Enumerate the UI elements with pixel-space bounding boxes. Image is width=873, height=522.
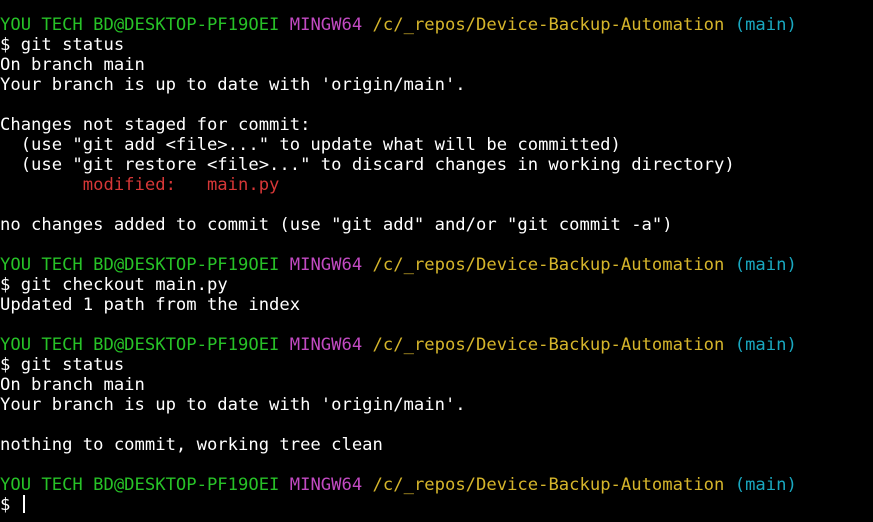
output-line: On branch main bbox=[0, 375, 145, 395]
modified-file-line: modified: main.py bbox=[0, 175, 280, 195]
prompt-branch: (main) bbox=[734, 335, 797, 355]
prompt-system: MINGW64 bbox=[289, 335, 363, 355]
output-line: Your branch is up to date with 'origin/m… bbox=[0, 395, 466, 415]
prompt-path: /c/_repos/Device-Backup-Automation bbox=[372, 15, 725, 35]
prompt-line: YOU TECH BD@DESKTOP-PF19OEI MINGW64 /c/_… bbox=[0, 15, 873, 35]
prompt-system: MINGW64 bbox=[289, 15, 363, 35]
command-text: git status bbox=[20, 35, 125, 55]
prompt-path: /c/_repos/Device-Backup-Automation bbox=[372, 335, 725, 355]
prompt-branch: (main) bbox=[734, 475, 797, 495]
input-line[interactable]: $ bbox=[0, 495, 873, 515]
output-line: Changes not staged for commit: bbox=[0, 115, 311, 135]
prompt-symbol: $ bbox=[0, 355, 11, 375]
prompt-system: MINGW64 bbox=[289, 255, 363, 275]
prompt-path: /c/_repos/Device-Backup-Automation bbox=[372, 475, 725, 495]
command-line: $ git status bbox=[0, 35, 873, 55]
prompt-line: YOU TECH BD@DESKTOP-PF19OEI MINGW64 /c/_… bbox=[0, 335, 873, 355]
prompt-system: MINGW64 bbox=[289, 475, 363, 495]
prompt-path: /c/_repos/Device-Backup-Automation bbox=[372, 255, 725, 275]
text-cursor bbox=[22, 495, 25, 513]
output-line: (use "git restore <file>..." to discard … bbox=[0, 155, 735, 175]
command-text: git status bbox=[20, 355, 125, 375]
prompt-user-host: YOU TECH BD@DESKTOP-PF19OEI bbox=[0, 335, 280, 355]
output-line: Updated 1 path from the index bbox=[0, 295, 301, 315]
output-line: Your branch is up to date with 'origin/m… bbox=[0, 75, 466, 95]
output-line: (use "git add <file>..." to update what … bbox=[0, 135, 621, 155]
command-text: git checkout main.py bbox=[20, 275, 228, 295]
command-line: $ git checkout main.py bbox=[0, 275, 873, 295]
prompt-symbol: $ bbox=[0, 495, 11, 515]
prompt-user-host: YOU TECH BD@DESKTOP-PF19OEI bbox=[0, 255, 280, 275]
prompt-symbol: $ bbox=[0, 275, 11, 295]
prompt-user-host: YOU TECH BD@DESKTOP-PF19OEI bbox=[0, 475, 280, 495]
prompt-branch: (main) bbox=[734, 15, 797, 35]
command-line: $ git status bbox=[0, 355, 873, 375]
prompt-line: YOU TECH BD@DESKTOP-PF19OEI MINGW64 /c/_… bbox=[0, 255, 873, 275]
output-line: On branch main bbox=[0, 55, 145, 75]
terminal-window[interactable]: YOU TECH BD@DESKTOP-PF19OEI MINGW64 /c/_… bbox=[0, 0, 873, 522]
prompt-symbol: $ bbox=[0, 35, 11, 55]
prompt-user-host: YOU TECH BD@DESKTOP-PF19OEI bbox=[0, 15, 280, 35]
output-line: no changes added to commit (use "git add… bbox=[0, 215, 673, 235]
prompt-line: YOU TECH BD@DESKTOP-PF19OEI MINGW64 /c/_… bbox=[0, 475, 873, 495]
prompt-branch: (main) bbox=[734, 255, 797, 275]
output-line: nothing to commit, working tree clean bbox=[0, 435, 383, 455]
